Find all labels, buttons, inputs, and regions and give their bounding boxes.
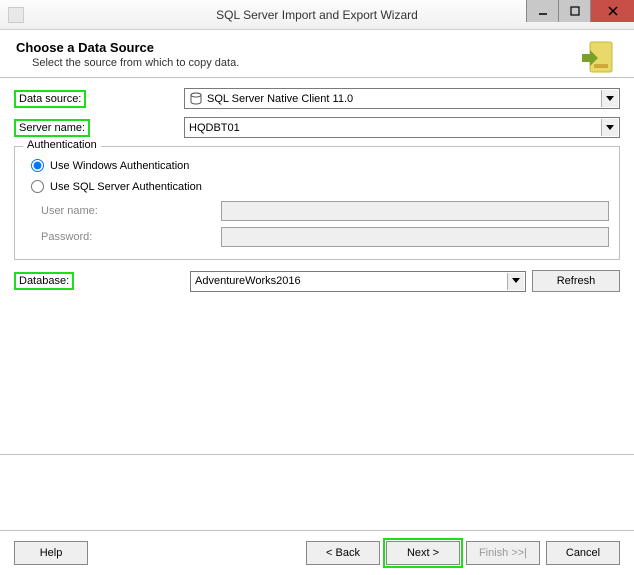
footer-divider — [0, 454, 634, 455]
authentication-group: Authentication Use Windows Authenticatio… — [14, 146, 620, 260]
windows-auth-radio[interactable]: Use Windows Authentication — [31, 159, 609, 172]
server-name-field[interactable] — [189, 118, 615, 137]
password-label: Password: — [41, 231, 221, 243]
sql-auth-radio[interactable]: Use SQL Server Authentication — [31, 180, 609, 193]
dropdown-arrow-icon[interactable] — [507, 273, 524, 290]
data-source-combo[interactable]: SQL Server Native Client 11.0 — [184, 88, 620, 109]
dropdown-arrow-icon[interactable] — [601, 119, 618, 136]
username-label: User name: — [41, 205, 221, 217]
refresh-button[interactable]: Refresh — [532, 270, 620, 292]
dropdown-arrow-icon[interactable] — [601, 90, 618, 107]
sql-auth-radio-input[interactable] — [31, 180, 44, 193]
title-bar: SQL Server Import and Export Wizard — [0, 0, 634, 30]
cancel-button[interactable]: Cancel — [546, 541, 620, 565]
database-label: Database: — [14, 272, 74, 290]
database-icon — [189, 92, 203, 106]
app-icon — [8, 7, 24, 23]
close-button[interactable] — [590, 0, 634, 22]
wizard-graphic-icon — [576, 34, 626, 82]
help-button[interactable]: Help — [14, 541, 88, 565]
data-source-label: Data source: — [14, 90, 86, 108]
server-name-label: Server name: — [14, 119, 90, 137]
maximize-button[interactable] — [558, 0, 590, 22]
authentication-legend: Authentication — [23, 139, 101, 151]
finish-button: Finish >>| — [466, 541, 540, 565]
minimize-button[interactable] — [526, 0, 558, 22]
database-value: AdventureWorks2016 — [195, 275, 301, 287]
form-content: Data source: SQL Server Native Client 11… — [0, 78, 634, 454]
data-source-value: SQL Server Native Client 11.0 — [207, 93, 353, 105]
back-button[interactable]: < Back — [306, 541, 380, 565]
server-name-input[interactable] — [184, 117, 620, 138]
windows-auth-radio-input[interactable] — [31, 159, 44, 172]
password-input — [221, 227, 609, 247]
wizard-header: Choose a Data Source Select the source f… — [0, 30, 634, 77]
database-select[interactable]: AdventureWorks2016 — [190, 271, 526, 292]
window-controls — [526, 0, 634, 29]
page-subtitle: Select the source from which to copy dat… — [32, 57, 239, 69]
page-title: Choose a Data Source — [16, 40, 239, 55]
next-button[interactable]: Next > — [386, 541, 460, 565]
wizard-footer: Help < Back Next > Finish >>| Cancel — [0, 530, 634, 575]
username-input — [221, 201, 609, 221]
